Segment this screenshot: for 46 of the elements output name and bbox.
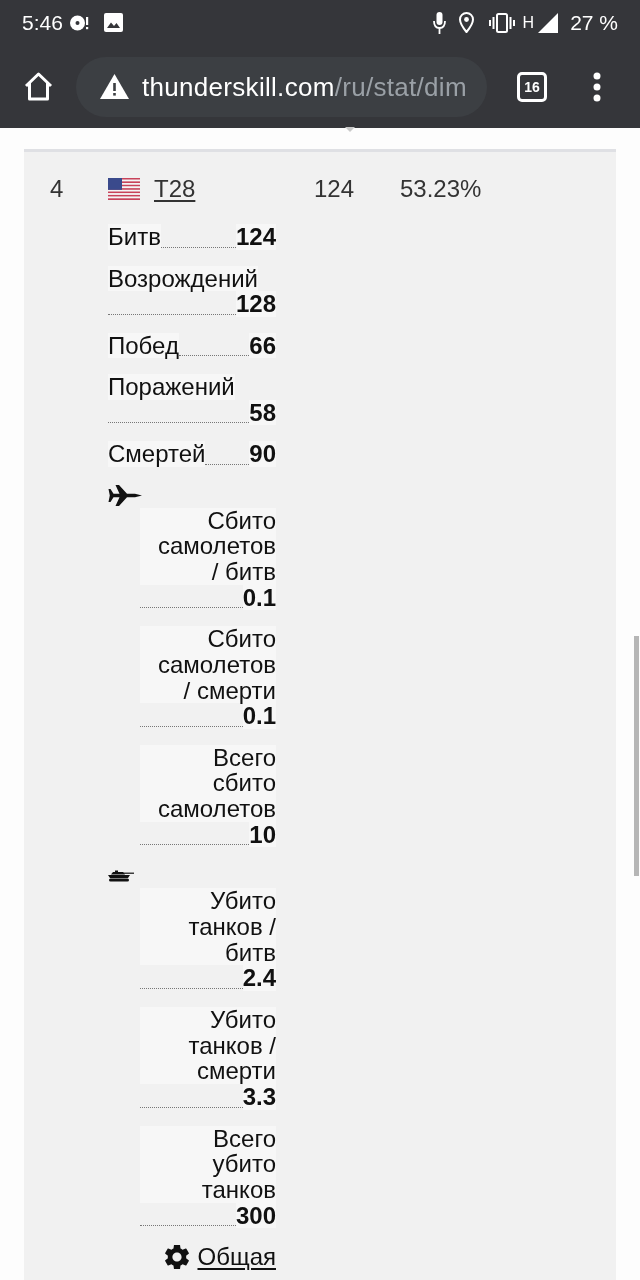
stat-label: Поражений	[108, 374, 235, 400]
clock-time: 5:46	[22, 10, 63, 35]
location-pin-icon	[458, 12, 474, 33]
jet-plane-icon	[108, 483, 142, 507]
home-icon[interactable]	[24, 72, 53, 101]
stat-value: 0.1	[242, 584, 276, 611]
stat-label: Битв	[108, 224, 161, 250]
table-cell: 53.23%	[400, 176, 482, 202]
stat-label: Убито танков / смерти	[140, 1006, 276, 1085]
stat-label: Возрождений	[108, 265, 258, 291]
menu-icon[interactable]	[593, 71, 601, 102]
disc-alert-icon	[68, 13, 89, 32]
vibrate-icon	[488, 12, 515, 33]
gear-icon	[165, 1245, 190, 1270]
stat-value: 10	[249, 821, 276, 848]
url-text: thunderskill.com/ru/stat/dim	[142, 71, 467, 102]
network-type: H	[522, 12, 535, 33]
stat-label: Сбито самолетов / смерти	[140, 626, 276, 704]
stat-value: 2.4	[242, 965, 276, 991]
image-icon	[103, 13, 123, 32]
stat-label: Смертей	[108, 441, 206, 467]
stat-value: 124	[235, 224, 276, 250]
vehicle-link[interactable]: T28	[154, 176, 196, 202]
stat-label: Всего убито танков	[140, 1125, 276, 1203]
stat-value: 128	[235, 291, 276, 317]
stat-label: Побед	[108, 332, 179, 358]
stat-value: 58	[249, 399, 276, 425]
tank-icon	[108, 869, 134, 882]
stat-label: Сбито самолетов / битв	[140, 507, 276, 585]
stat-value: 0.1	[242, 703, 276, 729]
tab-switcher-button[interactable]: 16	[517, 71, 547, 102]
stat-label: Убито танков / битв	[140, 888, 276, 966]
stat-value: 3.3	[242, 1084, 276, 1110]
stat-label: Всего сбито самолетов	[140, 744, 276, 822]
stat-value: 300	[235, 1202, 276, 1229]
stat-value: 66	[249, 332, 276, 358]
warning-icon	[100, 74, 129, 99]
table-cell-text: 4	[49, 176, 65, 202]
battery-percentage: 27 %	[570, 10, 618, 35]
address-bar[interactable]: thunderskill.com/ru/stat/dim	[76, 56, 487, 117]
stat-value: 90	[249, 441, 276, 467]
microphone-icon	[432, 11, 446, 34]
overall-stats-link[interactable]: Общая	[197, 1244, 276, 1270]
flag-icon	[108, 178, 140, 200]
signal-icon	[538, 12, 559, 33]
table-cell-text: 124	[314, 176, 356, 202]
